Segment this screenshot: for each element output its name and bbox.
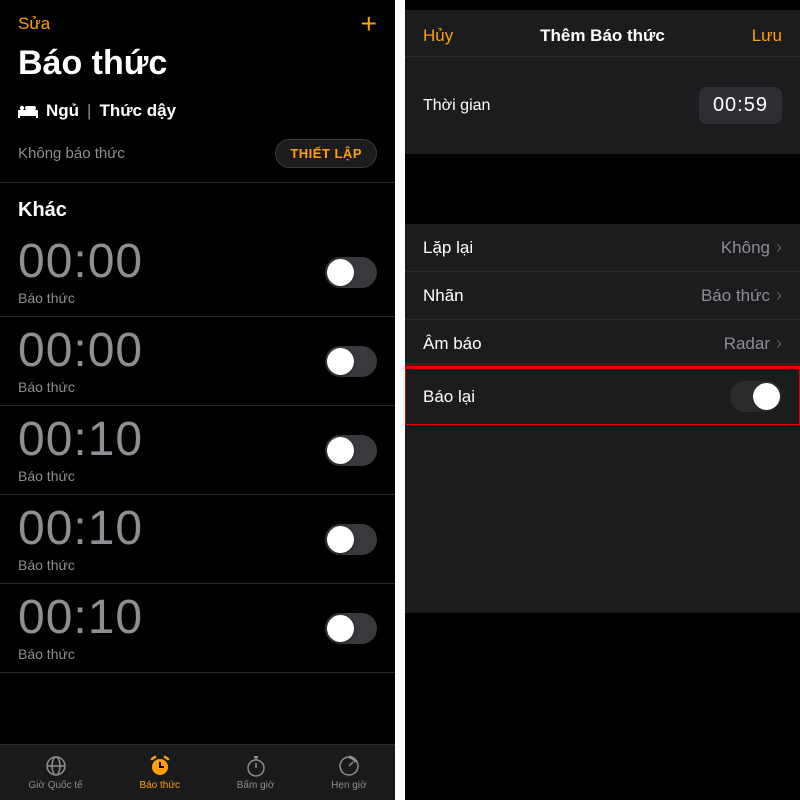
- sound-label: Âm báo: [423, 334, 482, 354]
- tab-label: Bấm giờ: [237, 780, 275, 791]
- alarm-toggle[interactable]: [325, 524, 377, 555]
- chevron-right-icon: ›: [776, 285, 782, 306]
- snooze-label: Báo lại: [423, 387, 475, 407]
- modal-title: Thêm Báo thức: [540, 26, 665, 46]
- tab-alarm[interactable]: Báo thức: [139, 754, 180, 791]
- modal-nav: Hủy Thêm Báo thức Lưu: [405, 10, 800, 56]
- add-alarm-button[interactable]: +: [361, 10, 377, 38]
- sleep-label: Ngủ: [46, 101, 79, 121]
- tab-stopwatch[interactable]: Bấm giờ: [237, 754, 275, 791]
- tab-bar: Giờ Quốc tế Báo thức Bấm giờ Hẹn giờ: [0, 744, 395, 800]
- alarm-row[interactable]: 00:00 Báo thức: [0, 317, 395, 406]
- options-group: Lặp lại Không › Nhãn Báo thức › Âm báo R…: [405, 224, 800, 425]
- alarm-label: Báo thức: [18, 290, 143, 306]
- alarm-list-screen: Sửa + Báo thức Ngủ | Thức dậy Không báo …: [0, 0, 395, 800]
- label-row[interactable]: Nhãn Báo thức ›: [405, 272, 800, 320]
- repeat-label: Lặp lại: [423, 238, 473, 258]
- alarm-label: Báo thức: [18, 646, 143, 662]
- alarm-label: Báo thức: [18, 379, 143, 395]
- alarm-time: 00:00: [18, 238, 143, 286]
- section-other-label: Khác: [0, 183, 395, 228]
- edit-button[interactable]: Sửa: [18, 14, 50, 34]
- no-alarm-row: Không báo thức THIẾT LẬP: [0, 129, 395, 183]
- alarm-toggle[interactable]: [325, 346, 377, 377]
- tab-label: Giờ Quốc tế: [28, 780, 82, 791]
- repeat-row[interactable]: Lặp lại Không ›: [405, 224, 800, 272]
- timer-icon: [337, 754, 361, 778]
- name-label: Nhãn: [423, 286, 464, 306]
- wake-label: Thức dậy: [99, 101, 176, 121]
- chevron-right-icon: ›: [776, 333, 782, 354]
- page-title: Báo thức: [0, 44, 395, 93]
- globe-icon: [44, 754, 68, 778]
- sleep-wake-header: Ngủ | Thức dậy: [0, 93, 395, 129]
- alarm-time: 00:10: [18, 594, 143, 642]
- alarm-label: Báo thức: [18, 557, 143, 573]
- setup-button[interactable]: THIẾT LẬP: [275, 139, 377, 168]
- tab-timer[interactable]: Hẹn giờ: [331, 754, 366, 791]
- no-alarm-label: Không báo thức: [18, 145, 125, 162]
- alarm-time: 00:00: [18, 327, 143, 375]
- tab-label: Báo thức: [139, 780, 180, 791]
- tab-world-clock[interactable]: Giờ Quốc tế: [28, 754, 82, 791]
- alarm-row[interactable]: 00:10 Báo thức: [0, 495, 395, 584]
- alarm-clock-icon: [148, 754, 172, 778]
- alarm-row[interactable]: 00:10 Báo thức: [0, 584, 395, 673]
- alarm-row[interactable]: 00:10 Báo thức: [0, 406, 395, 495]
- alarm-row[interactable]: 00:00 Báo thức: [0, 228, 395, 317]
- time-label: Thời gian: [423, 97, 490, 115]
- alarm-toggle[interactable]: [325, 257, 377, 288]
- stopwatch-icon: [244, 754, 268, 778]
- alarm-label: Báo thức: [18, 468, 143, 484]
- alarm-time: 00:10: [18, 505, 143, 553]
- time-value[interactable]: 00:59: [699, 87, 782, 124]
- tab-label: Hẹn giờ: [331, 780, 366, 791]
- snooze-row[interactable]: Báo lại: [405, 368, 800, 425]
- sound-value: Radar: [724, 334, 770, 354]
- sound-row[interactable]: Âm báo Radar ›: [405, 320, 800, 368]
- bed-icon: [18, 104, 38, 118]
- save-button[interactable]: Lưu: [752, 26, 782, 46]
- chevron-right-icon: ›: [776, 237, 782, 258]
- cancel-button[interactable]: Hủy: [423, 26, 453, 46]
- alarm-toggle[interactable]: [325, 613, 377, 644]
- snooze-toggle[interactable]: [730, 381, 782, 412]
- nav-bar: Sửa +: [0, 0, 395, 44]
- add-alarm-screen: Hủy Thêm Báo thức Lưu Thời gian 00:59 Lặ…: [405, 0, 800, 800]
- time-row[interactable]: Thời gian 00:59: [405, 56, 800, 154]
- name-value: Báo thức: [701, 286, 770, 306]
- separator: |: [87, 101, 91, 121]
- repeat-value: Không: [721, 238, 770, 258]
- alarm-time: 00:10: [18, 416, 143, 464]
- alarm-toggle[interactable]: [325, 435, 377, 466]
